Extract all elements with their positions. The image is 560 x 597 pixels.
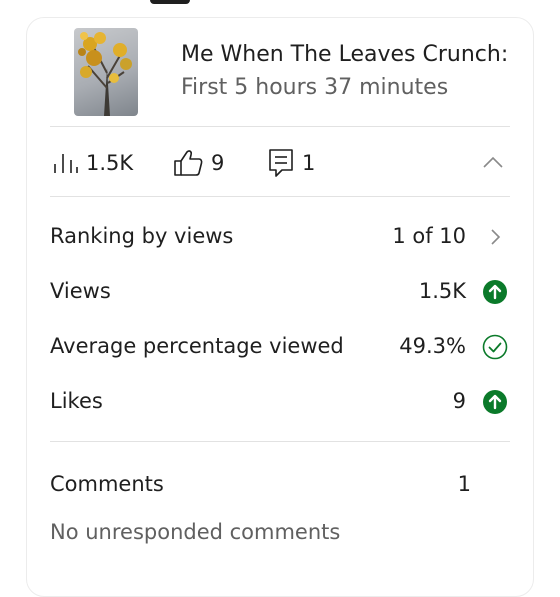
divider-middle [50, 196, 510, 197]
video-subtitle[interactable]: First 5 hours 37 minutes [181, 75, 448, 100]
divider-bottom [50, 441, 510, 442]
divider-top [50, 126, 510, 127]
likes-value: 9 [452, 389, 466, 413]
views-bars-icon [52, 152, 78, 174]
views-value: 1.5K [418, 279, 466, 303]
stat-comments-value: 1 [302, 151, 316, 175]
comments-count: 1 [457, 472, 471, 496]
stat-likes-value: 9 [211, 151, 225, 175]
thumb-up-icon [173, 149, 203, 177]
stat-likes: 9 [173, 148, 224, 178]
chevron-up-icon [481, 156, 505, 178]
comments-label: Comments [50, 472, 164, 496]
stat-views-value: 1.5K [86, 151, 134, 175]
arrow-up-circle-icon [481, 278, 509, 306]
comment-icon [268, 148, 294, 178]
views-label: Views [50, 279, 111, 303]
check-circle-icon [481, 333, 509, 361]
arrow-up-circle-icon [481, 388, 509, 416]
avg-viewed-value: 49.3% [399, 334, 466, 358]
stat-comments: 1 [268, 148, 315, 178]
top-edge-fragment [150, 0, 190, 4]
ranking-label: Ranking by views [50, 224, 234, 248]
collapse-button[interactable] [481, 150, 505, 174]
video-thumbnail[interactable] [74, 28, 138, 116]
ranking-value: 1 of 10 [392, 224, 466, 248]
likes-label: Likes [50, 389, 103, 413]
video-title[interactable]: Me When The Leaves Crunch: [181, 42, 508, 67]
comments-status: No unresponded comments [50, 520, 341, 544]
stat-views: 1.5K [52, 148, 133, 178]
chevron-right-icon [481, 223, 509, 251]
avg-viewed-label: Average percentage viewed [50, 334, 344, 358]
